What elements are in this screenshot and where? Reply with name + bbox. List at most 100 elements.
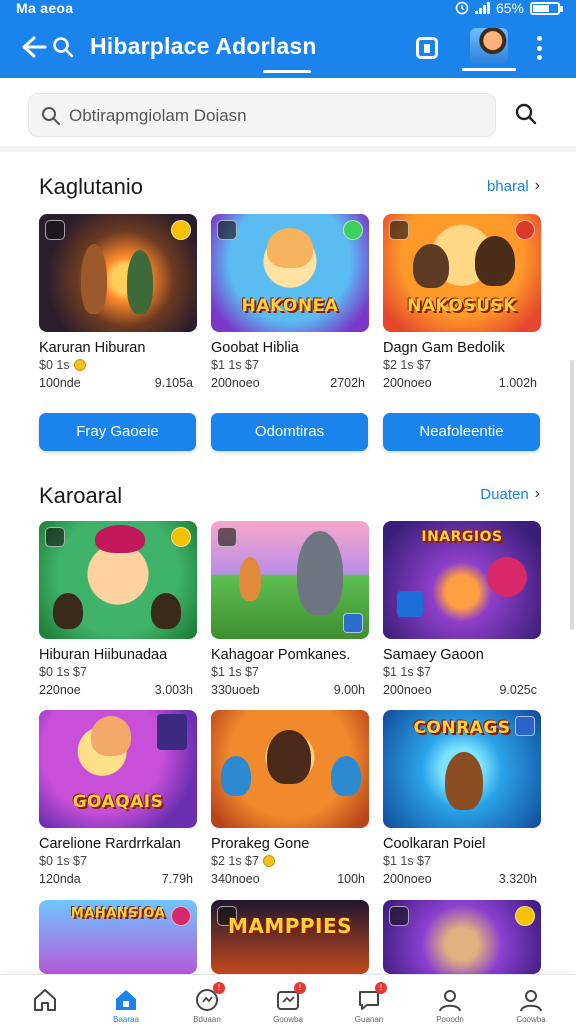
game-size: 100h [337, 872, 365, 886]
nav-label: Pooodn [436, 1015, 464, 1024]
game-meta: 340noeo 100h [211, 872, 369, 886]
game-card[interactable]: Kahagoar Pomkanes. $1 1s $7 330uoeb 9.00h [211, 521, 369, 697]
nav-label: Guanan [354, 1015, 384, 1024]
nav-item-downloads[interactable]: ! Goowba [248, 979, 328, 1024]
price-label: $2 1s $7 [211, 854, 259, 868]
chevron-right-icon: › [534, 177, 540, 194]
battery-text: 65% [495, 0, 524, 16]
search-bar[interactable] [28, 93, 496, 137]
avatar-indicator [462, 68, 516, 71]
game-logo: MAMPPIES [227, 914, 353, 938]
controller-icon [397, 591, 423, 617]
game-thumbnail: MAMPPIES [211, 900, 369, 974]
search-icon[interactable] [52, 36, 74, 58]
search-area [0, 78, 576, 152]
avatar[interactable] [470, 28, 508, 64]
game-title: Coolkaran Poiel [383, 836, 486, 852]
game-title: Dagn Gam Bedolik [383, 340, 505, 356]
price-label: $0 1s [39, 358, 70, 372]
badge-icon [217, 527, 237, 547]
see-all-link[interactable]: Duaten › [480, 485, 540, 503]
download-icon: ! [275, 982, 306, 1013]
download-count: 340noeo [211, 872, 260, 886]
game-meta: 100nde 9.105a [39, 376, 197, 390]
tablet-icon[interactable] [416, 37, 438, 59]
game-card[interactable]: Hiburan Hiibunadaa $0 1s $7 220noe 3.003h [39, 521, 197, 697]
game-card[interactable]: Prorakeg Gone $2 1s $7 340noeo 100h [211, 710, 369, 886]
badge-icon [45, 220, 65, 240]
signal-icon [474, 2, 490, 14]
game-title: Goobat Hiblia [211, 340, 299, 356]
carrier-label: Ma aeoa [16, 0, 74, 16]
game-price: $1 1s $7 [383, 854, 541, 868]
details-button[interactable]: Neafoleentie [383, 413, 540, 451]
price-label: $0 1s $7 [39, 665, 87, 679]
character-figure [53, 593, 83, 629]
gamepad-icon: ! [194, 982, 225, 1013]
game-thumbnail [39, 214, 197, 332]
nav-item-account[interactable]: Coowba [491, 979, 571, 1024]
check-icon [343, 220, 363, 240]
nav-item-home[interactable] [5, 979, 85, 1024]
chat-icon: ! [356, 982, 387, 1013]
download-count: 330uoeb [211, 683, 260, 697]
game-thumbnail [211, 521, 369, 639]
game-card[interactable]: MAHANSIOA [39, 900, 197, 974]
play-button[interactable]: Fray Gaoeie [39, 413, 196, 451]
game-card[interactable]: INARGIOS Samaey Gaoon $1 1s $7 200noeo 9.… [383, 521, 541, 697]
game-title: Hiburan Hiibunadaa [39, 647, 168, 663]
nav-item-store[interactable]: Baaraa [86, 979, 166, 1024]
nav-label: Goowba [273, 1015, 303, 1024]
download-count: 120nda [39, 872, 81, 886]
game-size: 7.79h [161, 872, 193, 886]
game-price: $0 1s [39, 358, 197, 372]
game-price: $1 1s $7 [383, 665, 541, 679]
game-logo: NAKOSUSK [407, 296, 517, 316]
nav-item-chat[interactable]: ! Guanan [329, 979, 409, 1024]
download-button[interactable]: Odomtiras [211, 413, 368, 451]
game-logo: HAKONEA [241, 296, 339, 316]
game-card[interactable] [383, 900, 541, 974]
game-logo: CONRAGS [413, 718, 511, 738]
game-title: Karuran Hiburan [39, 340, 146, 356]
price-label: $1 1s $7 [383, 665, 431, 679]
game-card[interactable]: Karuran Hiburan $0 1s 100nde 9.105a [39, 214, 197, 390]
game-card[interactable]: NAKOSUSK Dagn Gam Bedolik $2 1s $7 200no… [383, 214, 541, 390]
store-icon [113, 987, 139, 1013]
back-arrow-icon [22, 36, 47, 58]
search-button[interactable] [514, 102, 540, 128]
download-count: 200noeo [383, 683, 432, 697]
section-title: Kaglutanio [39, 174, 143, 199]
game-size: 9.025c [499, 683, 537, 697]
game-card[interactable]: GOAQAIS Carelione Rardrrkalan $0 1s $7 1… [39, 710, 197, 886]
card-icon [157, 714, 187, 750]
badge-icon [389, 906, 409, 926]
nav-item-games[interactable]: ! Bduaan [167, 979, 247, 1024]
account-icon [518, 987, 544, 1013]
game-price: $2 1s $7 [383, 358, 541, 372]
download-count: 100nde [39, 376, 81, 390]
game-card[interactable]: MAMPPIES [211, 900, 369, 974]
home-icon [32, 987, 58, 1013]
nav-item-profile[interactable]: Pooodn [410, 979, 490, 1024]
download-count: 200noeo [383, 376, 432, 390]
notification-badge: ! [294, 982, 306, 994]
game-card[interactable]: CONRAGS Coolkaran Poiel $1 1s $7 200noeo… [383, 710, 541, 886]
back-button[interactable] [18, 32, 50, 62]
game-title: Prorakeg Gone [211, 836, 310, 852]
coin-icon [515, 906, 535, 926]
game-size: 9.00h [333, 683, 365, 697]
game-thumbnail: HAKONEA [211, 214, 369, 332]
more-menu-icon[interactable] [534, 36, 544, 60]
game-thumbnail: CONRAGS [383, 710, 541, 828]
character-figure [127, 250, 153, 314]
scrollbar[interactable] [570, 360, 574, 630]
see-all-link[interactable]: bharal › [487, 177, 540, 195]
game-meta: 220noe 3.003h [39, 683, 197, 697]
game-thumbnail [383, 900, 541, 974]
game-card[interactable]: HAKONEA Goobat Hiblia $1 1s $7 200noeo 27… [211, 214, 369, 390]
battery-icon [530, 1, 563, 15]
search-input[interactable] [69, 102, 479, 130]
monster-figure [297, 531, 343, 615]
game-size: 9.105a [154, 376, 193, 390]
